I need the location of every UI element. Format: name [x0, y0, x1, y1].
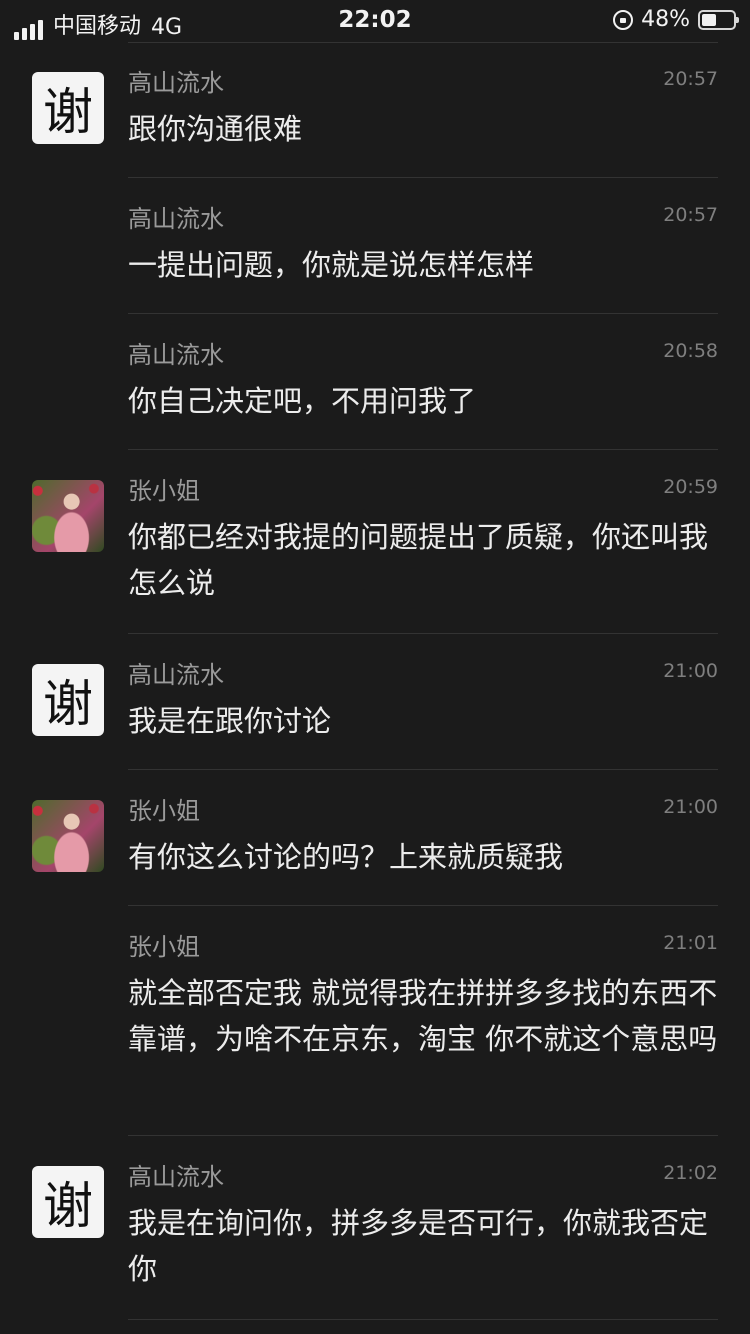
message-body: 高山流水 21:00 我是在跟你讨论: [128, 634, 718, 744]
avatar-character: 谢: [43, 675, 93, 733]
sender-name: 高山流水: [128, 341, 224, 369]
message-body: 张小姐 21:01 就全部否定我 就觉得我在拼拼多多找的东西不靠谱，为啥不在京东，淘…: [128, 906, 718, 1062]
message-text: 跟你沟通很难: [128, 112, 303, 146]
message-body: 张小姐 21:00 有你这么讨论的吗？上来就质疑我: [128, 770, 718, 880]
message-body: 高山流水 20:57 跟你沟通很难: [128, 42, 718, 152]
message-item[interactable]: 张小姐 21:00 有你这么讨论的吗？上来就质疑我: [0, 770, 750, 906]
avatar-calligraphy[interactable]: 谢: [32, 1166, 104, 1238]
status-bar: 中国移动 4G 22:02 48%: [0, 0, 750, 42]
message-text: 你自己决定吧，不用问我了: [128, 384, 477, 418]
sender-name: 高山流水: [128, 661, 224, 689]
battery-icon: [698, 9, 739, 30]
avatar-character: 谢: [43, 1177, 93, 1235]
sender-name: 高山流水: [128, 1163, 224, 1191]
message-body: 高山流水 21:02 我是在询问你，拼多多是否可行，你就我否定你: [128, 1136, 718, 1292]
message-list: 谢高山流水 20:57 跟你沟通很难 高山流水 20:57 一提出问题，你就是说怎样怎样高…: [0, 42, 750, 1320]
battery-percent: 48%: [641, 7, 690, 32]
battery-fill: [702, 13, 716, 26]
message-text: 我是在询问你，拼多多是否可行，你就我否定你: [128, 1206, 709, 1286]
message-item[interactable]: 张小姐 21:01 就全部否定我 就觉得我在拼拼多多找的东西不靠谱，为啥不在京东，淘…: [0, 906, 750, 1136]
rotation-lock-icon: [613, 9, 634, 30]
avatar-photo[interactable]: [32, 480, 104, 552]
avatar-photo[interactable]: [32, 800, 104, 872]
message-item[interactable]: 谢 高山流水 21:00 我是在跟你讨论: [0, 634, 750, 770]
message-item[interactable]: 谢 高山流水 20:57 跟你沟通很难: [0, 42, 750, 178]
message-text: 就全部否定我 就觉得我在拼拼多多找的东西不靠谱，为啥不在京东，淘宝 你不就这个意…: [128, 976, 718, 1056]
message-item[interactable]: 高山流水 20:57 一提出问题，你就是说怎样怎样: [0, 178, 750, 314]
message-time: 21:01: [663, 932, 718, 954]
sender-name: 张小姐: [128, 797, 200, 825]
message-item[interactable]: 谢 高山流水 21:02 我是在询问你，拼多多是否可行，你就我否定你: [0, 1136, 750, 1320]
sender-name: 张小姐: [128, 933, 200, 961]
message-time: 20:57: [663, 68, 718, 90]
message-body: 张小姐 20:59 你都已经对我提的问题提出了质疑，你还叫我怎么说: [128, 450, 718, 606]
avatar-character: 谢: [43, 83, 93, 141]
message-text: 有你这么讨论的吗？上来就质疑我: [128, 840, 564, 874]
message-text: 一提出问题，你就是说怎样怎样: [128, 248, 535, 282]
message-time: 20:59: [663, 476, 718, 498]
sender-name: 张小姐: [128, 477, 200, 505]
message-time: 20:58: [663, 340, 718, 362]
message-item[interactable]: 张小姐 20:59 你都已经对我提的问题提出了质疑，你还叫我怎么说: [0, 450, 750, 634]
message-body: 高山流水 20:58 你自己决定吧，不用问我了: [128, 314, 718, 424]
message-time: 21:00: [663, 660, 718, 682]
sender-name: 高山流水: [128, 69, 224, 97]
message-text: 我是在跟你讨论: [128, 704, 332, 738]
avatar-calligraphy[interactable]: 谢: [32, 72, 104, 144]
message-time: 20:57: [663, 204, 718, 226]
message-time: 21:02: [663, 1162, 718, 1184]
message-text: 你都已经对我提的问题提出了质疑，你还叫我怎么说: [128, 520, 709, 600]
message-divider: [128, 1319, 718, 1320]
message-item[interactable]: 高山流水 20:58 你自己决定吧，不用问我了: [0, 314, 750, 450]
message-time: 21:00: [663, 796, 718, 818]
message-body: 高山流水 20:57 一提出问题，你就是说怎样怎样: [128, 178, 718, 288]
status-right: 48%: [613, 7, 739, 32]
avatar-calligraphy[interactable]: 谢: [32, 664, 104, 736]
sender-name: 高山流水: [128, 205, 224, 233]
